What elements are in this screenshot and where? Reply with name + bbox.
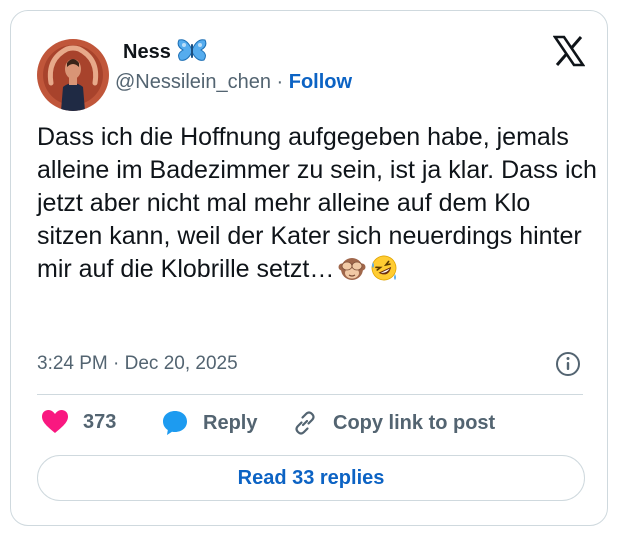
author-name-row: Ness — [123, 38, 207, 67]
follow-button[interactable]: Follow — [289, 71, 352, 93]
heart-icon — [41, 409, 69, 435]
reply-label: Reply — [203, 411, 258, 434]
info-icon[interactable] — [555, 351, 581, 377]
like-button[interactable]: 373 — [41, 409, 116, 435]
author-handle[interactable]: @Nessilein_chen — [115, 71, 271, 93]
butterfly-icon — [177, 38, 207, 67]
tweet-timestamp[interactable]: 3:24 PM · Dec 20, 2025 — [37, 353, 238, 375]
handle-separator: · — [276, 71, 284, 93]
tweet-text: Dass ich die Hoffnung aufgegeben habe, j… — [37, 123, 597, 283]
author-handle-row: @Nessilein_chen · Follow — [115, 71, 352, 94]
link-icon — [291, 409, 319, 437]
reply-bubble-icon — [161, 409, 189, 437]
x-logo-icon[interactable] — [552, 35, 586, 67]
copy-link-label: Copy link to post — [333, 411, 496, 434]
copy-link-button[interactable]: Copy link to post — [291, 409, 495, 437]
user-avatar[interactable] — [37, 39, 109, 111]
divider — [37, 394, 583, 395]
see-no-evil-monkey-icon — [338, 254, 366, 291]
tweet-card: Ness @Nessilein_chen · Follow Dass ich d… — [10, 10, 608, 526]
tweet-body: Dass ich die Hoffnung aufgegeben habe, j… — [37, 121, 597, 291]
author-display-name[interactable]: Ness — [123, 41, 171, 64]
like-count: 373 — [83, 410, 117, 433]
rolling-on-floor-laughing-icon — [370, 254, 398, 291]
read-replies-button[interactable]: Read 33 replies — [37, 455, 585, 501]
reply-button[interactable]: Reply — [161, 409, 257, 437]
